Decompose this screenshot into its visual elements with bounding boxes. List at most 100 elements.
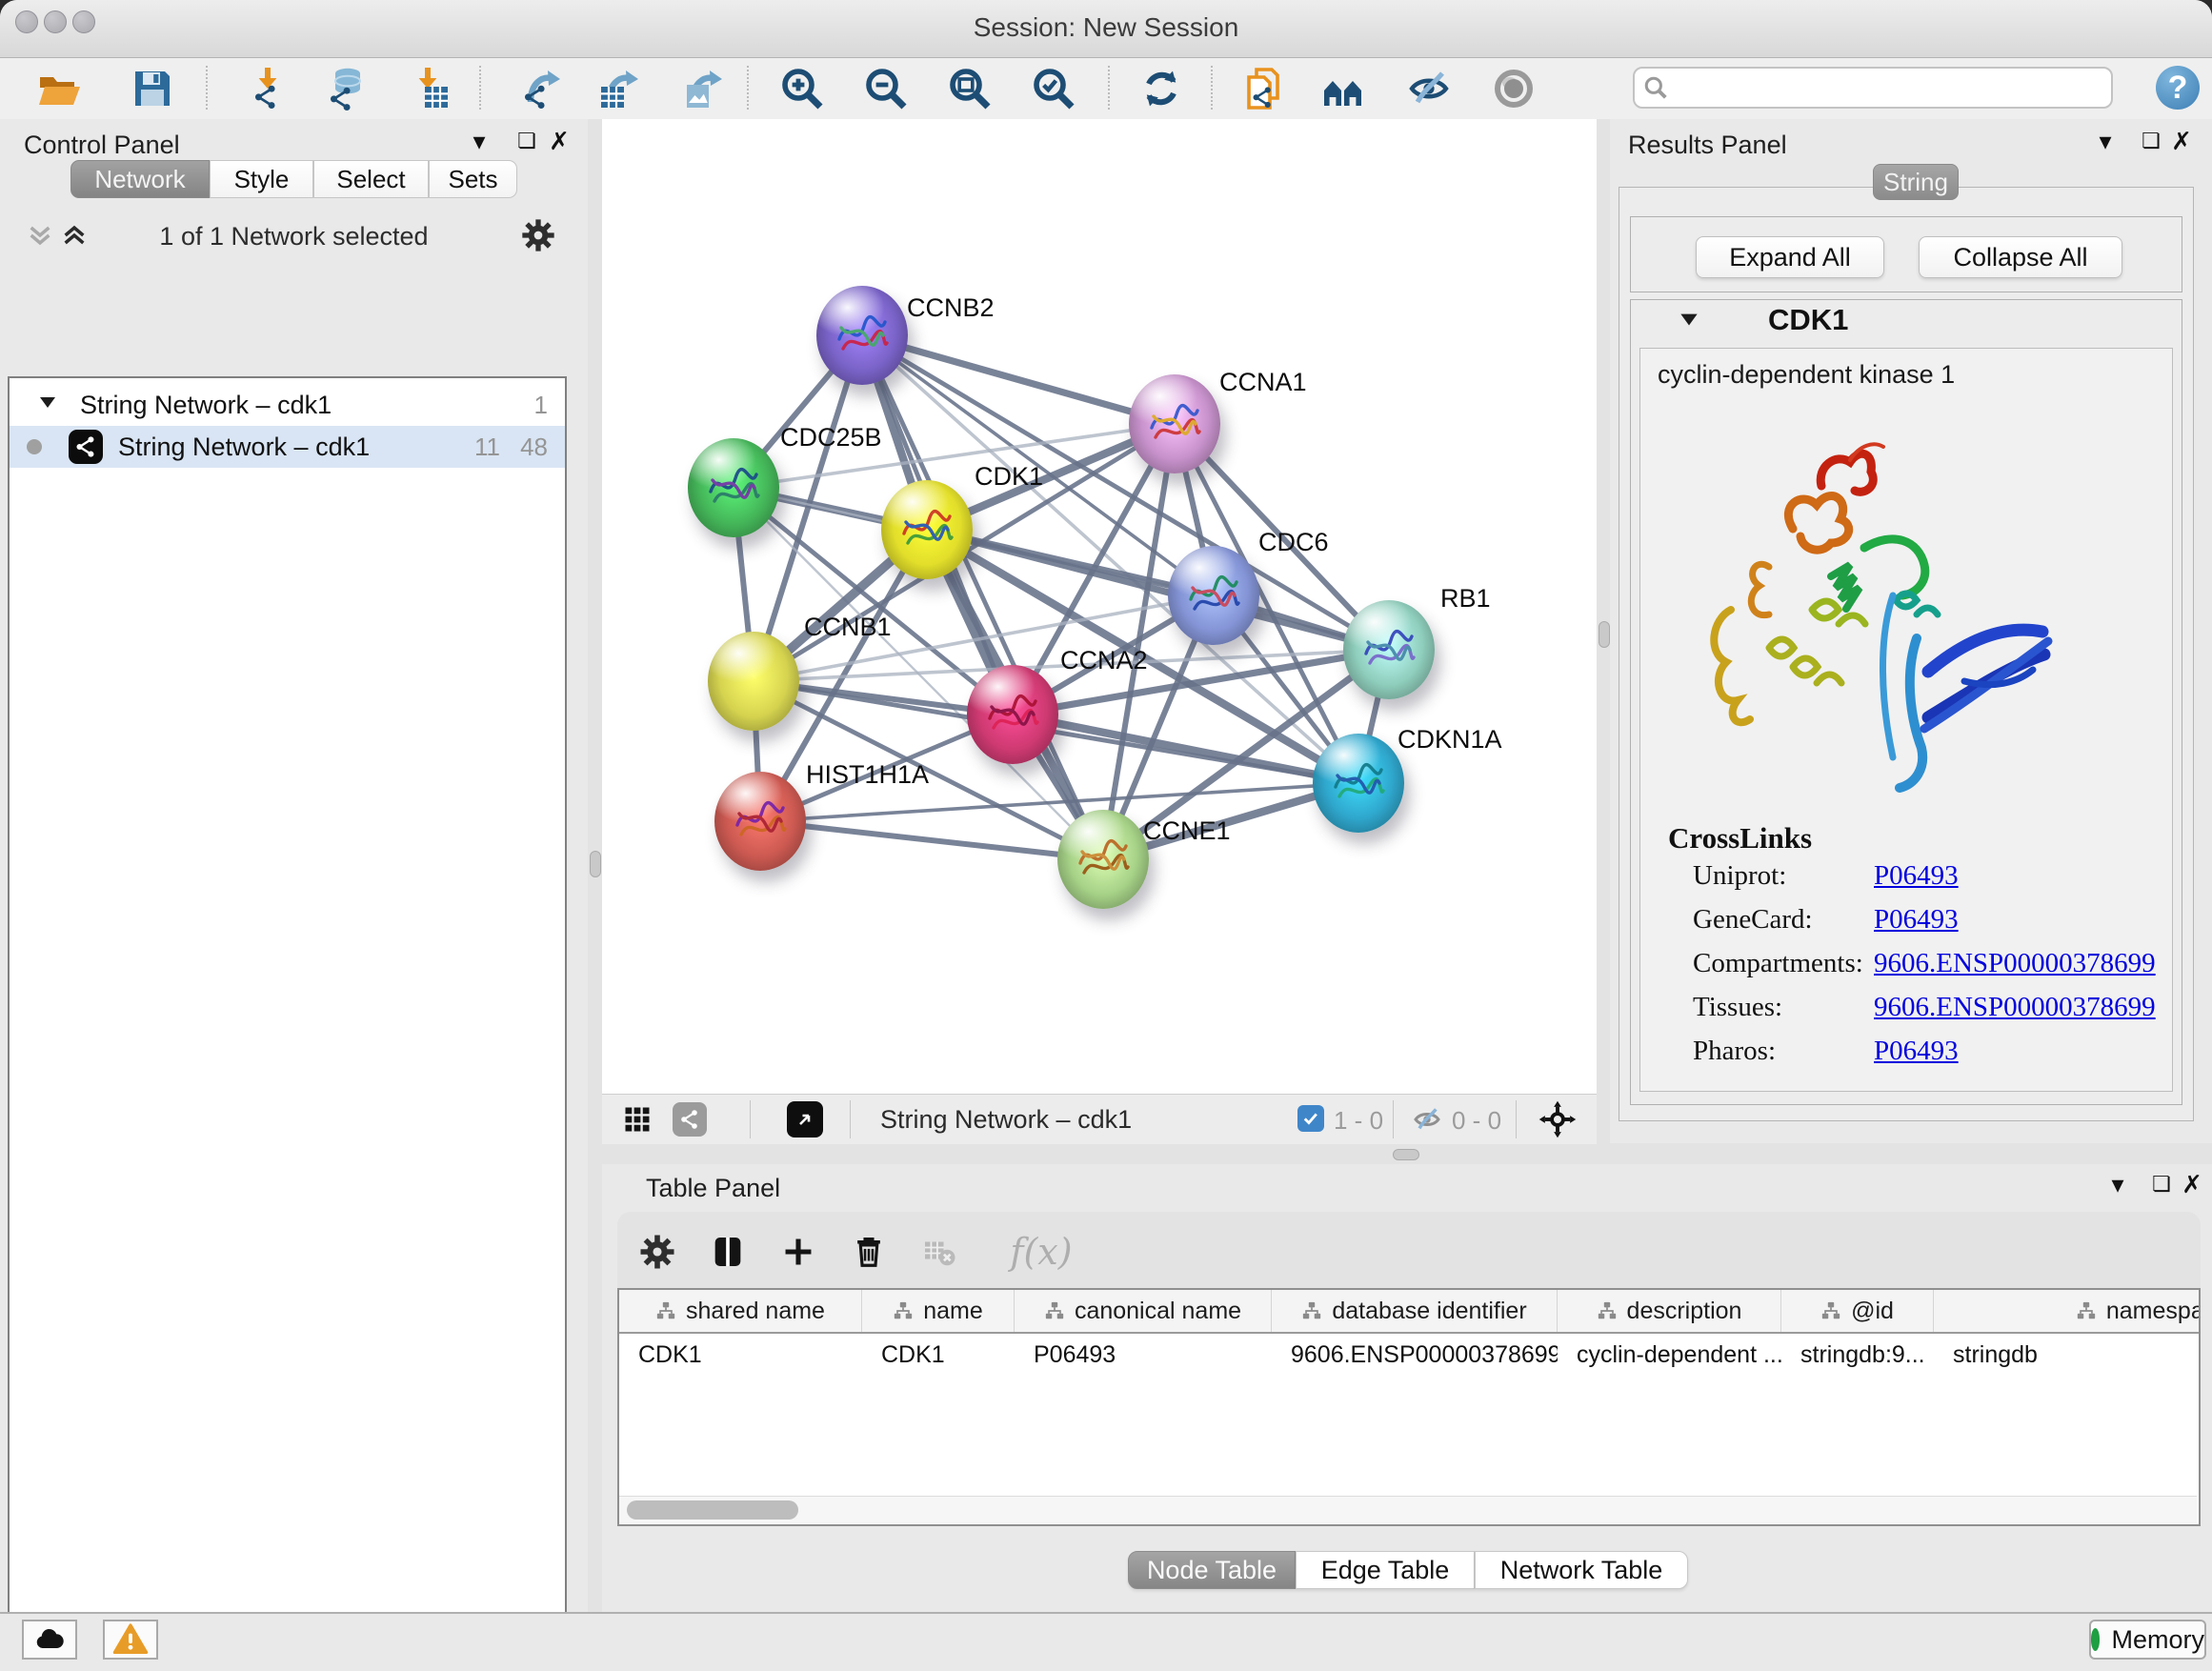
crosslink-value-link[interactable]: P06493 bbox=[1874, 1036, 1959, 1067]
zoom-out-button[interactable] bbox=[859, 64, 913, 113]
network-collection-row[interactable]: String Network – cdk1 1 bbox=[10, 384, 565, 426]
import-network-from-database-button[interactable] bbox=[319, 64, 372, 113]
first-neighbors-button[interactable] bbox=[1317, 64, 1370, 113]
column-header-namespace[interactable]: namespace bbox=[1934, 1290, 2201, 1332]
crosslink-value-link[interactable]: P06493 bbox=[1874, 860, 1959, 892]
tab-select[interactable]: Select bbox=[313, 160, 429, 198]
network-node-ccnb2[interactable] bbox=[816, 286, 908, 385]
scrollbar-thumb[interactable] bbox=[627, 1500, 798, 1520]
table-cell[interactable]: stringdb:9... bbox=[1781, 1334, 1934, 1376]
warnings-button[interactable] bbox=[103, 1620, 158, 1660]
splitter-handle[interactable] bbox=[1599, 621, 1610, 648]
search-field[interactable] bbox=[1633, 67, 2113, 109]
collapse-all-button[interactable]: Collapse All bbox=[1919, 236, 2122, 278]
column-header-canonical-name[interactable]: canonical name bbox=[1015, 1290, 1272, 1332]
export-image-button[interactable] bbox=[675, 64, 729, 113]
tab-sets[interactable]: Sets bbox=[429, 160, 517, 198]
table-cell[interactable]: 9606.ENSP00000378699 bbox=[1272, 1334, 1558, 1376]
show-columns-icon[interactable] bbox=[703, 1227, 753, 1277]
network-node-cdc6[interactable] bbox=[1168, 546, 1259, 645]
close-panel-icon[interactable]: ✗ bbox=[545, 127, 573, 155]
protein-thumbnail-icon bbox=[1358, 621, 1419, 678]
zoom-in-button[interactable] bbox=[775, 64, 829, 113]
detach-view-icon[interactable] bbox=[787, 1101, 823, 1137]
network-view-mode-icon[interactable] bbox=[673, 1102, 707, 1137]
tab-network[interactable]: Network bbox=[70, 160, 210, 198]
network-node-label: HIST1H1A bbox=[806, 760, 929, 790]
table-row[interactable]: CDK1CDK1P064939606.ENSP00000378699cyclin… bbox=[619, 1334, 2199, 1376]
title-bar: Session: New Session bbox=[0, 0, 2212, 58]
show-all-button[interactable] bbox=[1487, 64, 1540, 113]
tab-node-table[interactable]: Node Table bbox=[1128, 1551, 1296, 1589]
float-panel-icon[interactable]: ❏ bbox=[2137, 127, 2165, 155]
hide-selected-button[interactable] bbox=[1402, 64, 1456, 113]
network-node-label: RB1 bbox=[1440, 584, 1491, 614]
network-node-hist1h1a[interactable] bbox=[714, 772, 806, 871]
save-session-button[interactable] bbox=[126, 64, 179, 113]
expand-all-button[interactable]: Expand All bbox=[1696, 236, 1884, 278]
network-node-ccne1[interactable] bbox=[1057, 810, 1149, 909]
delete-table-icon[interactable] bbox=[915, 1227, 964, 1277]
crosslink-value-link[interactable]: P06493 bbox=[1874, 904, 1959, 936]
table-settings-gear-icon[interactable] bbox=[633, 1227, 682, 1277]
network-row-selected[interactable]: String Network – cdk1 11 48 bbox=[10, 426, 565, 468]
table-cell[interactable]: CDK1 bbox=[619, 1334, 862, 1376]
float-menu-icon[interactable]: ▾ bbox=[2091, 127, 2120, 155]
float-panel-icon[interactable]: ❏ bbox=[513, 127, 541, 155]
table-cell[interactable]: stringdb bbox=[1934, 1334, 2201, 1376]
selected-checkbox-icon[interactable] bbox=[1297, 1105, 1324, 1132]
network-node-ccna1[interactable] bbox=[1129, 374, 1220, 473]
splitter-handle[interactable] bbox=[590, 851, 601, 877]
column-header-database-identifier[interactable]: database identifier bbox=[1272, 1290, 1558, 1332]
network-node-cdc25b[interactable] bbox=[688, 438, 779, 537]
search-input[interactable] bbox=[1677, 70, 2100, 103]
tab-network-table[interactable]: Network Table bbox=[1475, 1551, 1688, 1589]
splitter-handle[interactable] bbox=[1393, 1149, 1419, 1160]
network-node-ccna2[interactable] bbox=[967, 665, 1058, 764]
column-header-shared-name[interactable]: shared name bbox=[619, 1290, 862, 1332]
import-table-from-file-button[interactable] bbox=[402, 64, 455, 113]
network-node-cdk1[interactable] bbox=[881, 480, 973, 579]
close-panel-icon[interactable]: ✗ bbox=[2167, 127, 2196, 155]
help-button[interactable]: ? bbox=[2156, 66, 2200, 110]
export-network-button[interactable] bbox=[513, 64, 567, 113]
collapse-triangle-icon[interactable] bbox=[36, 391, 59, 420]
birdseye-crosshair-icon[interactable] bbox=[1538, 1099, 1578, 1144]
crosslink-value-link[interactable]: 9606.ENSP00000378699 bbox=[1874, 948, 2156, 979]
entry-collapse-triangle-icon[interactable] bbox=[1677, 307, 1701, 336]
network-node-rb1[interactable] bbox=[1343, 600, 1435, 699]
network-options-gear-icon[interactable] bbox=[519, 216, 557, 259]
node-table[interactable]: shared namenamecanonical namedatabase id… bbox=[617, 1288, 2201, 1526]
zoom-fit-button[interactable] bbox=[943, 64, 996, 113]
zoom-selected-button[interactable] bbox=[1027, 64, 1080, 113]
float-menu-icon[interactable]: ▾ bbox=[2103, 1170, 2132, 1198]
cloud-status-button[interactable] bbox=[22, 1620, 77, 1660]
column-header-id[interactable]: @id bbox=[1781, 1290, 1934, 1332]
export-table-button[interactable] bbox=[592, 64, 645, 113]
clone-network-button[interactable] bbox=[1237, 64, 1291, 113]
create-column-plus-icon[interactable] bbox=[774, 1227, 823, 1277]
grid-view-icon[interactable] bbox=[623, 1105, 652, 1138]
open-session-button[interactable] bbox=[32, 64, 86, 113]
network-node-ccnb1[interactable] bbox=[708, 632, 799, 731]
column-header-description[interactable]: description bbox=[1558, 1290, 1781, 1332]
float-menu-icon[interactable]: ▾ bbox=[465, 127, 493, 155]
table-cell[interactable]: P06493 bbox=[1015, 1334, 1272, 1376]
tab-style[interactable]: Style bbox=[210, 160, 313, 198]
memory-button[interactable]: Memory bbox=[2089, 1620, 2206, 1660]
tab-edge-table[interactable]: Edge Table bbox=[1296, 1551, 1475, 1589]
delete-column-trash-icon[interactable] bbox=[844, 1227, 894, 1277]
table-horizontal-scrollbar[interactable] bbox=[619, 1496, 2197, 1523]
network-node-cdkn1a[interactable] bbox=[1313, 734, 1404, 833]
network-canvas[interactable]: CCNB2CCNA1CDC25BCDK1CDC6RB1CCNB1CCNA2CDK… bbox=[602, 119, 1597, 1094]
crosslink-value-link[interactable]: 9606.ENSP00000378699 bbox=[1874, 992, 2156, 1023]
column-header-name[interactable]: name bbox=[862, 1290, 1015, 1332]
table-cell[interactable]: CDK1 bbox=[862, 1334, 1015, 1376]
float-panel-icon[interactable]: ❏ bbox=[2147, 1170, 2176, 1198]
table-cell[interactable]: cyclin-dependent ... bbox=[1558, 1334, 1781, 1376]
import-network-from-file-button[interactable] bbox=[240, 64, 293, 113]
function-builder-icon[interactable]: f(x) bbox=[989, 1227, 1094, 1277]
close-panel-icon[interactable]: ✗ bbox=[2178, 1170, 2206, 1198]
apply-preferred-layout-button[interactable] bbox=[1135, 64, 1188, 113]
results-tab-string[interactable]: String bbox=[1873, 164, 1959, 200]
